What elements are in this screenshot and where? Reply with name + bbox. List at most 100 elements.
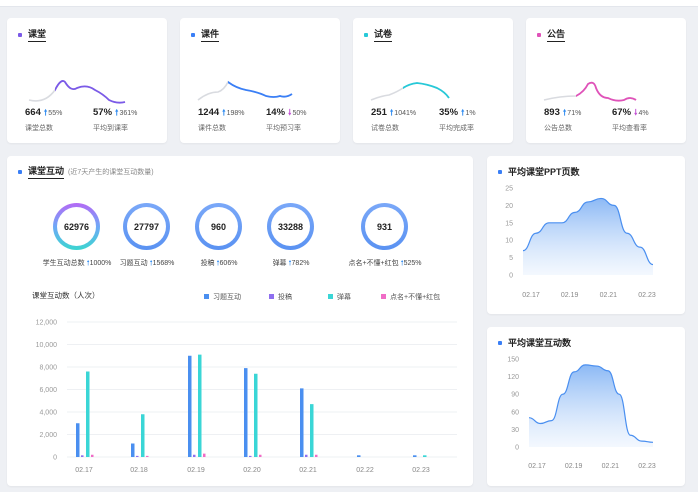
y-tick-label: 10 xyxy=(505,238,513,245)
y-tick-label: 6,000 xyxy=(39,387,57,394)
legend-label: 投稿 xyxy=(278,292,292,301)
y-tick-label: 0 xyxy=(53,455,57,462)
stat-average-label: 平均完成率 xyxy=(439,125,474,132)
x-tick-label: 02.19 xyxy=(187,467,205,474)
stat-average-label: 平均查看率 xyxy=(612,125,647,132)
x-tick-label: 02.23 xyxy=(638,292,656,299)
bar xyxy=(300,388,304,457)
x-tick-label: 02.17 xyxy=(75,467,93,474)
y-tick-label: 8,000 xyxy=(39,365,57,372)
stat-total: 251 🠕1041% xyxy=(371,107,417,118)
y-tick-label: 0 xyxy=(509,273,513,280)
trend-arrow-icon: 🠗 xyxy=(288,108,292,117)
stat-average-label: 平均预习率 xyxy=(266,125,301,132)
sparkline-base xyxy=(370,82,450,101)
bar xyxy=(249,455,252,457)
bar xyxy=(413,455,417,457)
y-tick-label: 60 xyxy=(511,409,519,416)
bar xyxy=(254,373,258,457)
interaction-bar-chart: 课堂互动数（人次） 习题互动 投稿 弹幕 点名+不懂+红包 12,000 10,000 8,0… xyxy=(32,290,457,474)
trend-arrow-icon: 🠕 xyxy=(389,108,394,117)
stat-card: 课件 1244 🠕198% 课件总数 14% 🠗50% 平均预习率 xyxy=(180,18,340,143)
sparkline-base xyxy=(28,80,126,104)
bar xyxy=(305,454,308,457)
y-tick-label: 10,000 xyxy=(36,342,58,349)
x-tick-label: 02.19 xyxy=(561,292,579,299)
x-tick-label: 02.17 xyxy=(522,292,540,299)
sparkline xyxy=(197,80,293,101)
y-tick-label: 30 xyxy=(511,427,519,434)
stat-average: 67% 🠗4% xyxy=(612,107,649,118)
x-tick-label: 02.18 xyxy=(130,467,148,474)
stat-total-label: 课堂总数 xyxy=(25,125,53,132)
trend-arrow-icon: 🠕 xyxy=(115,108,119,117)
bar xyxy=(198,354,202,457)
stat-average-label: 平均到课率 xyxy=(93,125,128,132)
x-tick-label: 02.19 xyxy=(565,463,583,470)
x-tick-label: 02.20 xyxy=(243,467,261,474)
bar xyxy=(315,454,318,457)
bar xyxy=(141,414,145,457)
legend-swatch xyxy=(328,294,333,299)
trend-arrow-icon: 🠕 xyxy=(562,108,567,117)
area-fill xyxy=(529,364,653,447)
sparkline-base xyxy=(543,81,637,102)
bar xyxy=(203,453,206,457)
stat-total-label: 公告总数 xyxy=(544,125,572,132)
y-tick-label: 0 xyxy=(515,445,519,452)
y-tick-label: 90 xyxy=(511,392,519,399)
area-fill xyxy=(523,198,653,275)
avg-interaction-card: 平均课堂互动数 150 120 90 60 30 0 02.17 02.19 02.21 02.2… xyxy=(487,327,685,486)
avg-interaction-area-chart: 150 120 90 60 30 0 02.17 02.19 02.21 02.23 xyxy=(507,357,656,471)
bar xyxy=(423,455,427,457)
legend-label: 习题互动 xyxy=(213,292,241,301)
bar xyxy=(136,455,139,457)
x-tick-label: 02.21 xyxy=(299,467,317,474)
y-tick-label: 2,000 xyxy=(39,432,57,439)
x-tick-label: 02.23 xyxy=(638,463,656,470)
sparkline xyxy=(543,81,637,102)
stat-average: 57% 🠕361% xyxy=(93,107,138,118)
bar xyxy=(310,404,314,457)
interaction-card: 课堂互动 (近7天产生的课堂互动数量) 62976 学生互动总数 🠕1000% 27… xyxy=(7,156,473,486)
legend-swatch xyxy=(381,294,386,299)
ppt-card: 平均课堂PPT页数 25 20 15 10 5 0 02.17 02.19 02.21 02.23 xyxy=(487,156,685,314)
y-tick-label: 12,000 xyxy=(36,320,58,327)
bar xyxy=(91,454,94,457)
y-tick-label: 4,000 xyxy=(39,410,57,417)
bar xyxy=(81,455,84,457)
stat-total: 1244 🠕198% xyxy=(198,107,245,118)
bar xyxy=(193,454,196,457)
x-tick-label: 02.21 xyxy=(600,292,618,299)
top-bar xyxy=(0,0,698,7)
stat-card: 试卷 251 🠕1041% 试卷总数 35% 🠕1% 平均完成率 xyxy=(353,18,513,143)
stat-total: 893 🠕71% xyxy=(544,107,582,118)
stat-average: 14% 🠗50% xyxy=(266,107,307,118)
bar xyxy=(146,455,149,457)
x-tick-label: 02.23 xyxy=(412,467,430,474)
stat-card: 公告 893 🠕71% 公告总数 67% 🠗4% 平均查看率 xyxy=(526,18,686,143)
stat-total-label: 课件总数 xyxy=(198,125,226,132)
stat-total: 664 🠕55% xyxy=(25,107,63,118)
bar xyxy=(357,455,361,457)
stat-total-label: 试卷总数 xyxy=(371,125,399,132)
trend-arrow-icon: 🠗 xyxy=(634,108,638,117)
trend-arrow-icon: 🠕 xyxy=(222,108,226,117)
y-tick-label: 5 xyxy=(509,255,513,262)
trend-arrow-icon: 🠕 xyxy=(461,108,465,117)
legend-label: 点名+不懂+红包 xyxy=(390,292,440,301)
legend-swatch xyxy=(204,294,209,299)
legend-label: 弹幕 xyxy=(337,292,351,301)
bar xyxy=(131,443,135,457)
bar xyxy=(76,423,80,457)
ppt-area-chart: 25 20 15 10 5 0 02.17 02.19 02.21 02.23 xyxy=(505,186,656,300)
sparkline xyxy=(370,82,450,101)
y-tick-label: 150 xyxy=(507,357,519,364)
y-tick-label: 15 xyxy=(505,220,513,227)
x-tick-label: 02.22 xyxy=(356,467,374,474)
x-tick-label: 02.17 xyxy=(528,463,546,470)
stat-average: 35% 🠕1% xyxy=(439,107,476,118)
stat-card: 课堂 664 🠕55% 课堂总数 57% 🠕361% 平均到课率 xyxy=(7,18,167,143)
y-tick-label: 25 xyxy=(505,186,513,193)
sparkline-line xyxy=(228,80,293,98)
